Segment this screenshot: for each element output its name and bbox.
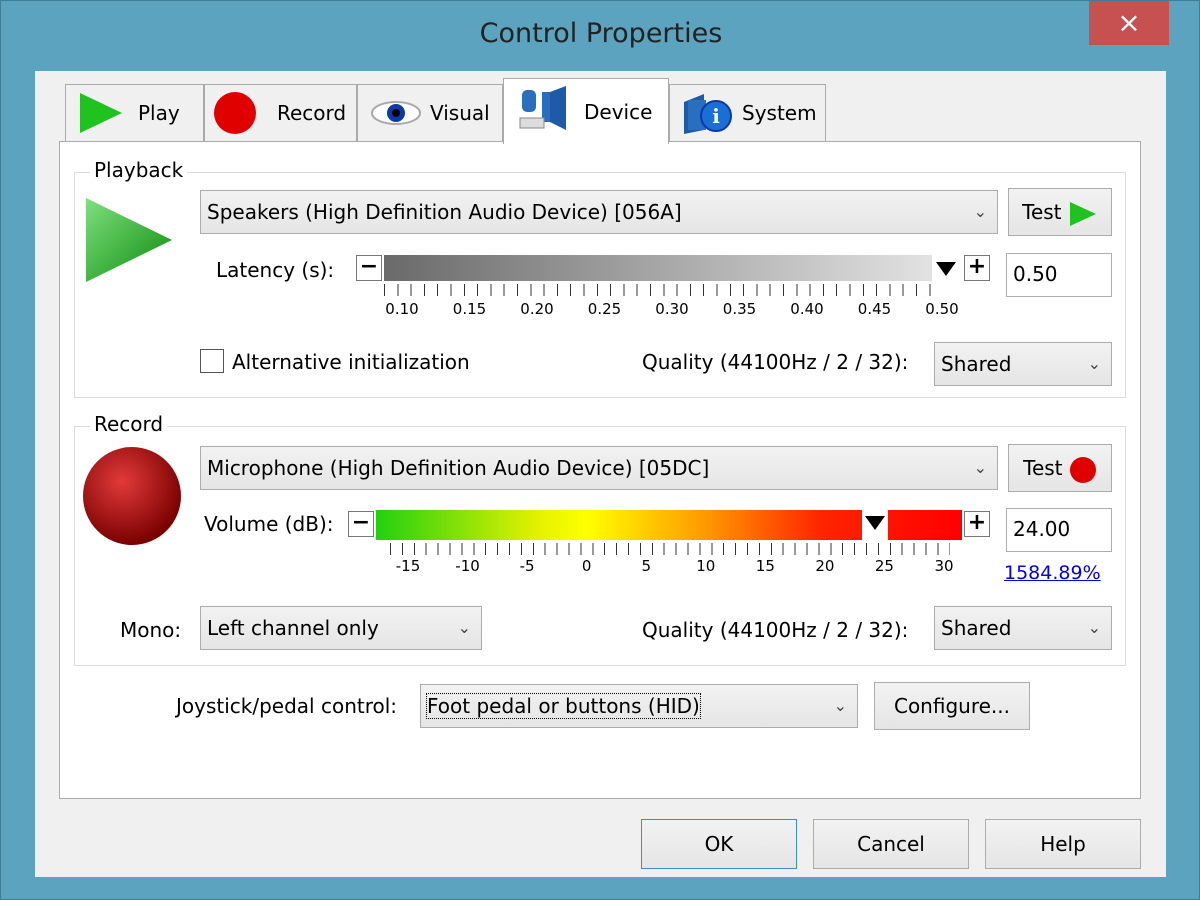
playback-test-label: Test xyxy=(1022,200,1062,224)
joystick-label: Joystick/pedal control: xyxy=(176,694,398,718)
window-title: Control Properties xyxy=(479,18,723,49)
latency-slider-thumb[interactable] xyxy=(934,258,958,278)
record-device-select[interactable]: Microphone (High Definition Audio Device… xyxy=(200,446,998,490)
volume-tick-marks xyxy=(390,543,950,555)
volume-tick-label: -5 xyxy=(519,557,535,575)
playback-test-button[interactable]: Test xyxy=(1008,188,1112,236)
playback-quality-select[interactable]: Shared ⌄ xyxy=(934,342,1112,386)
play-icon xyxy=(1069,201,1096,226)
volume-tick-label: -10 xyxy=(455,557,480,575)
playback-group-label: Playback xyxy=(90,158,188,182)
tab-record[interactable]: Record xyxy=(204,84,357,141)
tab-system-label: System xyxy=(742,101,817,125)
playback-device-value: Speakers (High Definition Audio Device) … xyxy=(207,200,682,224)
latency-tick-label: 0.10 xyxy=(385,300,419,318)
record-device-value: Microphone (High Definition Audio Device… xyxy=(207,456,710,480)
volume-tick-label: 10 xyxy=(696,557,716,575)
chevron-down-icon: ⌄ xyxy=(973,458,987,477)
tab-play[interactable]: Play xyxy=(65,84,204,141)
joystick-select[interactable]: Foot pedal or buttons (HID) ⌄ xyxy=(420,684,858,728)
latency-tick-label: 0.50 xyxy=(925,300,959,318)
configure-button[interactable]: Configure... xyxy=(874,682,1030,730)
volume-decrease-button[interactable]: − xyxy=(348,511,374,537)
mono-value: Left channel only xyxy=(207,616,379,640)
volume-increase-button[interactable]: + xyxy=(964,511,990,537)
svg-text:i: i xyxy=(712,104,720,128)
chevron-down-icon: ⌄ xyxy=(1087,354,1101,373)
mono-label: Mono: xyxy=(120,618,182,642)
playback-quality-label: Quality (44100Hz / 2 / 32): xyxy=(642,350,909,374)
record-ball-icon xyxy=(83,447,181,545)
playback-play-icon xyxy=(86,198,172,282)
latency-decrease-button[interactable]: − xyxy=(356,255,382,281)
dialog-window: Control Properties × Play Record Visual … xyxy=(0,0,1200,900)
eye-icon xyxy=(371,101,421,125)
tab-play-label: Play xyxy=(138,101,180,125)
tab-device[interactable]: Device xyxy=(503,78,669,144)
record-icon xyxy=(1069,456,1096,483)
volume-tick-label: 30 xyxy=(934,557,954,575)
latency-tick-marks xyxy=(384,284,932,296)
latency-tick-label: 0.30 xyxy=(655,300,689,318)
latency-tick-label: 0.40 xyxy=(790,300,824,318)
play-icon xyxy=(80,93,122,133)
tab-visual-label: Visual xyxy=(430,101,490,125)
latency-value-input[interactable]: 0.50 xyxy=(1006,253,1112,297)
latency-tick-label: 0.35 xyxy=(722,300,757,318)
latency-tick-label: 0.20 xyxy=(520,300,554,318)
help-button[interactable]: Help xyxy=(985,819,1141,869)
record-test-button[interactable]: Test xyxy=(1008,444,1112,492)
volume-tick-label: 20 xyxy=(815,557,835,575)
tab-visual[interactable]: Visual xyxy=(357,84,503,141)
tab-device-label: Device xyxy=(584,99,653,124)
latency-tick-label: 0.45 xyxy=(857,300,892,318)
tab-record-label: Record xyxy=(277,101,347,125)
playback-quality-value: Shared xyxy=(941,352,1012,376)
mono-select[interactable]: Left channel only ⌄ xyxy=(200,606,482,650)
chevron-down-icon: ⌄ xyxy=(1087,618,1101,637)
device-icon xyxy=(519,85,566,130)
record-quality-value: Shared xyxy=(941,616,1012,640)
chevron-down-icon: ⌄ xyxy=(833,696,847,715)
volume-tick-label: 25 xyxy=(874,557,894,575)
record-quality-label: Quality (44100Hz / 2 / 32): xyxy=(642,618,909,642)
alt-init-label: Alternative initialization xyxy=(232,350,470,374)
latency-increase-button[interactable]: + xyxy=(964,255,990,281)
cancel-button[interactable]: Cancel xyxy=(813,819,969,869)
latency-slider-track[interactable] xyxy=(384,255,932,281)
record-test-label: Test xyxy=(1023,456,1063,480)
latency-label: Latency (s): xyxy=(216,258,335,282)
record-quality-select[interactable]: Shared ⌄ xyxy=(934,606,1112,650)
volume-percent-link[interactable]: 1584.89% xyxy=(1004,562,1101,584)
title-bar[interactable]: Control Properties × xyxy=(1,1,1200,71)
volume-value-input[interactable]: 24.00 xyxy=(1006,508,1112,552)
close-button[interactable]: × xyxy=(1089,1,1169,45)
chevron-down-icon: ⌄ xyxy=(457,618,471,637)
chevron-down-icon: ⌄ xyxy=(973,202,987,221)
info-icon: i xyxy=(684,94,732,134)
ok-button[interactable]: OK xyxy=(641,819,797,869)
joystick-value: Foot pedal or buttons (HID) xyxy=(426,693,701,719)
volume-tick-label: 15 xyxy=(755,557,775,575)
volume-tick-label: 5 xyxy=(641,557,651,575)
record-icon xyxy=(214,92,256,134)
latency-tick-label: 0.15 xyxy=(452,300,487,318)
tab-panel-device: Playback Speakers (High Definition Audio… xyxy=(59,141,1141,799)
alt-init-checkbox[interactable] xyxy=(200,349,224,373)
volume-slider-thumb[interactable] xyxy=(862,510,888,540)
latency-tick-label: 0.25 xyxy=(587,300,622,318)
tab-system[interactable]: i System xyxy=(669,84,826,141)
playback-device-select[interactable]: Speakers (High Definition Audio Device) … xyxy=(200,190,998,234)
volume-tick-label: -15 xyxy=(395,557,421,575)
volume-label: Volume (dB): xyxy=(204,512,334,536)
record-group-label: Record xyxy=(90,412,168,436)
volume-tick-label: 0 xyxy=(581,557,592,575)
